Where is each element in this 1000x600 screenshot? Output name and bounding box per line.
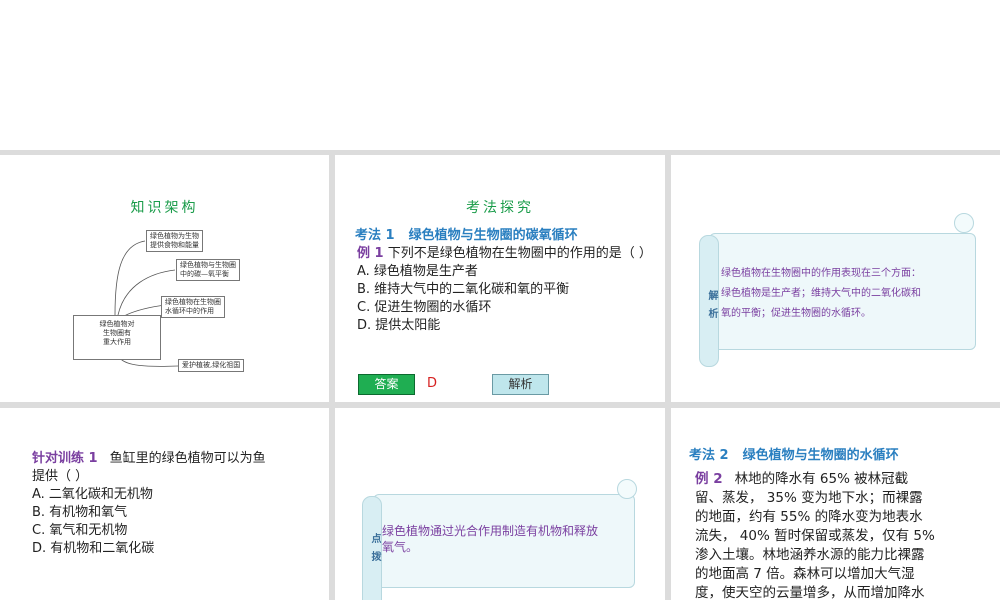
mindmap-branch-line: 绿色植物为生物 (150, 232, 199, 240)
option-d: D. 有机物和二氧化碳 (32, 541, 155, 556)
mindmap-branch-food: 绿色植物为生物 提供食物和能量 (146, 230, 203, 252)
practice-label: 针对训练 1 (32, 451, 98, 466)
scroll-top-curl (617, 479, 637, 499)
section-number: 考法 2 (689, 448, 729, 463)
slide-exam-method-2[interactable]: 考法 2 绿色植物与生物圈的水循环 例 2 林地的降水有 65% 被林冠截 留、蒸发… (671, 408, 1000, 600)
passage-line: 留、蒸发， 35% 变为地下水；而裸露 (695, 490, 923, 506)
option-a: A. 二氧化碳和无机物 (32, 487, 153, 502)
slide-hint-1[interactable]: 点拨 绿色植物通过光合作用制造有机物和释放 氧气。 (335, 408, 665, 600)
mindmap-branch-line: 水循环中的作用 (165, 307, 214, 315)
mindmap-branch-protect: 爱护植被,绿化祖国 (178, 359, 245, 372)
section-title: 绿色植物与生物圈的水循环 (742, 448, 899, 463)
mindmap-connectors (114, 240, 179, 367)
practice-question: 针对训练 1 鱼缸里的绿色植物可以为鱼 提供（ ） A. 二氧化碳和无机物 B. … (32, 450, 317, 558)
passage-line: 的地面高 7 倍。森林可以增加大气湿 (695, 566, 915, 582)
hint-tag: 点拨 (369, 533, 380, 569)
section-title: 绿色植物与生物圈的碳氧循环 (408, 228, 578, 243)
option-d: D. 提供太阳能 (357, 318, 441, 333)
passage-line: 度，使天空的云量增多，从而增加降水 (695, 585, 925, 600)
mindmap-branch-line: 中的碳—氧平衡 (180, 270, 229, 278)
mindmap-branch-line: 爱护植被,绿化祖国 (182, 361, 241, 369)
section-number: 考法 1 (355, 228, 395, 243)
mindmap-branch-line: 绿色植物在生物圈 (165, 298, 221, 306)
mindmap-center-line: 绿色植物对 (99, 320, 135, 328)
explain-button[interactable]: 解析 (492, 374, 549, 395)
option-b: B. 维持大气中的二氧化碳和氧的平衡 (357, 282, 570, 297)
example-label: 例 1 (357, 246, 384, 261)
explanation-tag: 解析 (706, 290, 717, 326)
mindmap-center-node: 绿色植物对 生物圈有 重大作用 (73, 315, 161, 360)
section-heading: 考法 2 绿色植物与生物圈的水循环 (689, 444, 899, 463)
top-blank-area (0, 0, 1000, 150)
slide-practice-1[interactable]: 针对训练 1 鱼缸里的绿色植物可以为鱼 提供（ ） A. 二氧化碳和无机物 B. … (0, 408, 329, 600)
mindmap-branch-line: 绿色植物与生物圈 (180, 261, 236, 269)
passage-line: 渗入土壤。林地涵养水源的能力比裸露 (695, 547, 925, 563)
section-heading: 考法 1 绿色植物与生物圈的碳氧循环 (355, 224, 578, 243)
explanation-line: 氧的平衡；促进生物圈的水循环。 (721, 308, 871, 319)
mindmap-branch-carbon: 绿色植物与生物圈 中的碳—氧平衡 (176, 259, 240, 281)
hint-text: 绿色植物通过光合作用制造有机物和释放 氧气。 (382, 523, 627, 555)
passage-line: 流失， 40% 暂时保留或蒸发，仅有 5% (695, 528, 935, 544)
answer-button[interactable]: 答案 (358, 374, 415, 395)
hint-line: 绿色植物通过光合作用制造有机物和释放 (382, 524, 599, 538)
mindmap-branch-water: 绿色植物在生物圈 水循环中的作用 (161, 296, 225, 318)
slide-explanation-1[interactable]: 解析 绿色植物在生物圈中的作用表现在三个方面： 绿色植物是生产者；维持大气中的二… (671, 155, 1000, 402)
example-label: 例 2 (695, 471, 723, 487)
question-text: 下列不是绿色植物在生物圈中的作用的是（ ） (387, 246, 652, 261)
explanation-line: 绿色植物是生产者；维持大气中的二氧化碳和 (721, 288, 921, 299)
mindmap-branch-line: 提供食物和能量 (150, 241, 199, 249)
mindmap-center-line: 生物圈有 (103, 329, 131, 337)
mindmap-center-line: 重大作用 (103, 338, 131, 346)
option-c: C. 促进生物圈的水循环 (357, 300, 492, 315)
answer-value: D (427, 376, 438, 391)
option-c: C. 氧气和无机物 (32, 523, 128, 538)
hint-line: 氧气。 (382, 540, 419, 554)
slide-title: 考法探究 (466, 200, 534, 216)
slide-knowledge-framework[interactable]: 知识架构 绿色植物对 生物圈有 重大作用 绿色植物为生物 提供食物和能量 绿色植… (0, 155, 329, 402)
passage-line: 林地的降水有 65% 被林冠截 (734, 471, 909, 487)
example-question: 例 1 下列不是绿色植物在生物圈中的作用的是（ ） A. 绿色植物是生产者 B.… (357, 245, 652, 335)
example-passage: 例 2 林地的降水有 65% 被林冠截 留、蒸发， 35% 变为地下水；而裸露 的… (695, 470, 995, 600)
explanation-line: 绿色植物在生物圈中的作用表现在三个方面： (721, 268, 921, 279)
question-text-line1: 鱼缸里的绿色植物可以为鱼 (109, 451, 266, 466)
explanation-text: 绿色植物在生物圈中的作用表现在三个方面： 绿色植物是生产者；维持大气中的二氧化碳… (721, 264, 966, 324)
passage-line: 的地面，约有 55% 的降水变为地表水 (695, 509, 923, 525)
option-b: B. 有机物和氧气 (32, 505, 128, 520)
option-a: A. 绿色植物是生产者 (357, 264, 478, 279)
question-text-line2: 提供（ ） (32, 469, 89, 484)
scroll-top-curl (954, 213, 974, 233)
slide-exam-method-1[interactable]: 考法探究 考法 1 绿色植物与生物圈的碳氧循环 例 1 下列不是绿色植物在生物圈中… (335, 155, 665, 402)
